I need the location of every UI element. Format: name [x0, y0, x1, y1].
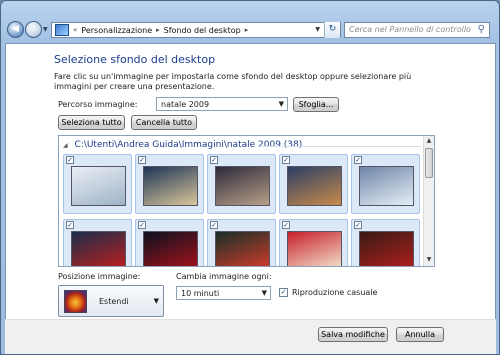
recent-pages-chevron-icon[interactable]: ▼: [43, 26, 48, 33]
clear-all-button[interactable]: Cancella tutto: [131, 115, 197, 130]
search-icon[interactable]: ⚲: [478, 24, 485, 35]
thumbnail-image: [359, 231, 414, 266]
cancel-button[interactable]: Annulla: [396, 327, 444, 342]
thumbnail-checkbox[interactable]: ✓: [210, 221, 218, 229]
thumbnail-checkbox[interactable]: ✓: [66, 156, 74, 164]
save-changes-button[interactable]: Salva modifiche: [318, 327, 388, 342]
change-interval-label: Cambia immagine ogni:: [176, 272, 272, 281]
thumbnail-checkbox[interactable]: ✓: [210, 156, 218, 164]
title-bar: ◀ ▶ ▼ « Personalizzazione ▸ Sfondo del d…: [1, 1, 499, 41]
picture-position-select[interactable]: Estendi ▼: [58, 285, 164, 317]
image-path-value: natale 2009: [161, 100, 210, 109]
scroll-up-icon[interactable]: ▲: [425, 137, 433, 146]
wallpaper-thumbnail[interactable]: ✓: [351, 219, 420, 266]
vertical-scrollbar[interactable]: ▲ ▼: [423, 136, 434, 266]
group-divider: [259, 146, 421, 147]
thumbnail-image: [71, 231, 126, 266]
select-all-button[interactable]: Seleziona tutto: [58, 115, 125, 130]
collapse-triangle-icon[interactable]: ◢: [63, 142, 68, 149]
wallpaper-thumbnail[interactable]: ✓: [135, 154, 204, 214]
wallpaper-thumbnail[interactable]: ✓: [279, 154, 348, 214]
folder-path-label: C:\Utenti\Andrea Guida\Immagini\natale 2…: [74, 140, 303, 150]
address-dropdown-icon[interactable]: ▼: [315, 26, 320, 33]
change-interval-value: 10 minuti: [181, 289, 220, 298]
thumbnail-checkbox[interactable]: ✓: [138, 156, 146, 164]
chevron-down-icon: ▼: [153, 297, 159, 305]
image-path-select[interactable]: natale 2009 ▼: [156, 97, 288, 111]
scroll-down-icon[interactable]: ▼: [425, 256, 433, 265]
breadcrumb-personalizzazione[interactable]: Personalizzazione: [81, 26, 152, 35]
thumbnail-checkbox[interactable]: ✓: [354, 221, 362, 229]
browse-button[interactable]: Sfoglia...: [293, 97, 339, 112]
thumbnail-image: [359, 166, 414, 206]
wallpaper-gallery: ◢ C:\Utenti\Andrea Guida\Immagini\natale…: [58, 135, 435, 267]
thumbnail-image: [71, 166, 126, 206]
shuffle-checkbox[interactable]: ✓: [279, 288, 288, 297]
scrollbar-thumb[interactable]: [425, 148, 433, 178]
wallpaper-thumbnail[interactable]: ✓: [63, 219, 132, 266]
thumbnail-image: [287, 231, 342, 266]
wallpaper-thumbnail[interactable]: ✓: [351, 154, 420, 214]
shuffle-label: Riproduzione casuale: [292, 288, 378, 297]
control-panel-icon: [55, 24, 69, 36]
folder-group-header[interactable]: ◢ C:\Utenti\Andrea Guida\Immagini\natale…: [63, 140, 302, 150]
change-interval-select[interactable]: 10 minuti ▼: [176, 286, 271, 300]
wallpaper-thumbnail[interactable]: ✓: [279, 219, 348, 266]
image-path-label: Percorso immagine:: [58, 100, 138, 109]
breadcrumb-sfondo-desktop[interactable]: Sfondo del desktop: [164, 26, 241, 35]
thumbnail-checkbox[interactable]: ✓: [138, 221, 146, 229]
breadcrumb-separator-icon[interactable]: «: [73, 26, 77, 34]
search-placeholder: Cerca nel Pannello di controllo: [349, 25, 471, 34]
thumbnail-checkbox[interactable]: ✓: [282, 221, 290, 229]
address-bar[interactable]: « Personalizzazione ▸ Sfondo del desktop…: [51, 22, 341, 38]
chevron-down-icon: ▼: [261, 289, 267, 297]
refresh-icon[interactable]: ↻: [324, 22, 340, 38]
search-input[interactable]: Cerca nel Pannello di controllo ⚲: [344, 22, 490, 38]
thumbnail-image: [143, 166, 198, 206]
thumbnail-image: [215, 166, 270, 206]
wallpaper-thumbnail[interactable]: ✓: [207, 219, 276, 266]
thumbnail-checkbox[interactable]: ✓: [66, 221, 74, 229]
wallpaper-thumbnail[interactable]: ✓: [135, 219, 204, 266]
thumbnail-image: [287, 166, 342, 206]
breadcrumb-separator-icon[interactable]: ▸: [156, 26, 160, 34]
back-arrow-icon[interactable]: ◀: [7, 21, 24, 38]
position-preview-image: [64, 290, 87, 313]
picture-position-label: Posizione immagine:: [58, 272, 141, 281]
picture-position-value: Estendi: [99, 297, 129, 306]
chevron-down-icon: ▼: [278, 100, 284, 108]
thumbnail-checkbox[interactable]: ✓: [354, 156, 362, 164]
thumbnail-image: [215, 231, 270, 266]
forward-arrow-icon[interactable]: ▶: [25, 21, 42, 38]
control-panel-window: ◀ ▶ ▼ « Personalizzazione ▸ Sfondo del d…: [0, 0, 500, 355]
wallpaper-thumbnail[interactable]: ✓: [63, 154, 132, 214]
page-description: Fare clic su un'immagine per impostarla …: [54, 72, 412, 91]
thumbnail-image: [143, 231, 198, 266]
thumbnail-checkbox[interactable]: ✓: [282, 156, 290, 164]
wallpaper-thumbnail[interactable]: ✓: [207, 154, 276, 214]
page-title: Selezione sfondo del desktop: [54, 53, 216, 66]
breadcrumb-separator-icon[interactable]: ▸: [245, 26, 249, 34]
